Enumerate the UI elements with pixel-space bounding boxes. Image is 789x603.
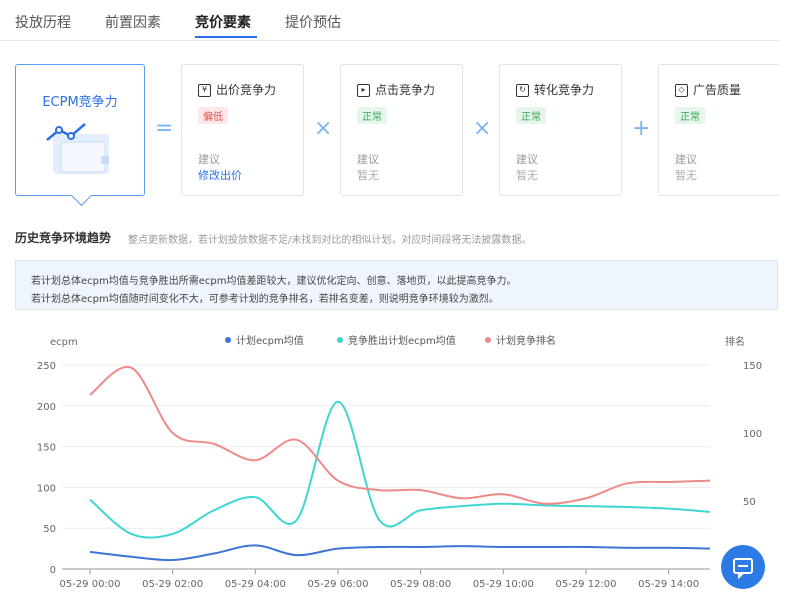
card-pointer bbox=[70, 184, 93, 207]
equals-operator: = bbox=[155, 116, 174, 141]
plus-operator: + bbox=[632, 116, 651, 141]
conversion-icon: ↻ bbox=[516, 84, 529, 97]
right-axis-ticks: 50 100 150 bbox=[743, 361, 762, 508]
suggestion-label: 建议 bbox=[516, 153, 538, 166]
info-line: 若计划总体ecpm均值与竞争胜出所需ecpm均值差距较大，建议优化定向、创意、落… bbox=[31, 276, 517, 287]
chat-icon bbox=[733, 558, 753, 580]
x-tick-label: 05-29 04:00 bbox=[225, 579, 286, 590]
x-tick-label: 05-29 14:00 bbox=[638, 579, 699, 590]
multiply-operator: × bbox=[473, 116, 492, 141]
x-tick-label: 05-29 08:00 bbox=[390, 579, 451, 590]
y-tick-label-right: 100 bbox=[743, 429, 762, 440]
left-axis-ticks: 0 50 100 150 200 250 bbox=[37, 361, 56, 576]
y-tick-label: 250 bbox=[37, 361, 56, 372]
info-line: 若计划总体ecpm均值随时间变化不大，可参考计划的竞争排名，若排名变差，则说明竞… bbox=[31, 294, 499, 305]
history-section-note: 整点更新数据，若计划投放数据不足/未找到对比的相似计划，对应时间段将无法披露数据… bbox=[128, 235, 532, 246]
factor-card-ad-quality[interactable]: ◇ 广告质量 正常 建议 暂无 bbox=[658, 64, 780, 196]
series-line-0 bbox=[89, 544, 711, 562]
factor-title: 广告质量 bbox=[693, 83, 742, 97]
suggestion-value: 暂无 bbox=[516, 169, 538, 182]
ecpm-competitiveness-card[interactable]: ECPM竞争力 bbox=[15, 64, 145, 207]
chart-grid bbox=[62, 364, 710, 570]
trend-chart-icon bbox=[46, 123, 109, 174]
y-tick-label-right: 50 bbox=[743, 497, 756, 508]
x-axis-ticks: 05-29 00:00 05-29 02:00 05-29 04:00 05-29 0… bbox=[59, 569, 699, 590]
info-box: 若计划总体ecpm均值与竞争胜出所需ecpm均值差距较大，建议优化定向、创意、落… bbox=[15, 260, 778, 310]
legend-label: 计划竞争排名 bbox=[496, 334, 556, 347]
status-badge: 正常 bbox=[357, 107, 387, 124]
y-tick-label: 50 bbox=[43, 524, 56, 535]
factor-title: 出价竞争力 bbox=[216, 83, 277, 97]
suggestion-value: 暂无 bbox=[675, 169, 697, 182]
competition-trend-chart: 050100150200250 50100150 05-29 00:00 05-2… bbox=[37, 334, 762, 590]
chart-legend: 计划ecpm均值 竞争胜出计划ecpm均值 计划竞争排名 bbox=[225, 334, 556, 347]
status-badge: 正常 bbox=[675, 107, 705, 124]
cube-icon: ◇ bbox=[675, 84, 688, 97]
history-section-title: 历史竞争环境趋势 bbox=[15, 231, 112, 245]
suggestion-value: 暂无 bbox=[357, 169, 379, 182]
x-tick-label: 05-29 10:00 bbox=[473, 579, 534, 590]
factor-card-click[interactable]: ▸ 点击竞争力 正常 建议 暂无 bbox=[340, 64, 463, 196]
y-tick-label: 150 bbox=[37, 443, 56, 454]
tab-delivery-history[interactable]: 投放历程 bbox=[15, 12, 71, 32]
y-tick-label-right: 150 bbox=[743, 361, 762, 372]
chat-button[interactable] bbox=[721, 545, 765, 589]
tab-price-estimate[interactable]: 提价预估 bbox=[285, 12, 341, 32]
left-axis-label: ecpm bbox=[50, 337, 78, 348]
legend-label: 计划ecpm均值 bbox=[236, 334, 304, 347]
legend-label: 竞争胜出计划ecpm均值 bbox=[348, 334, 456, 347]
ecpm-card-title: ECPM竞争力 bbox=[42, 95, 118, 110]
factor-card-conversion[interactable]: ↻ 转化竞争力 正常 建议 暂无 bbox=[499, 64, 622, 196]
factor-title: 转化竞争力 bbox=[534, 83, 595, 97]
tab-bidding-factors[interactable]: 竞价要素 bbox=[195, 12, 251, 32]
suggestion-label: 建议 bbox=[198, 153, 220, 166]
chart-series bbox=[89, 365, 711, 562]
status-badge: 偏低 bbox=[198, 107, 228, 124]
x-tick-label: 05-29 00:00 bbox=[59, 579, 120, 590]
legend-marker bbox=[485, 337, 491, 343]
currency-icon: ¥ bbox=[198, 84, 211, 97]
tab-bar: 投放历程 前置因素 竞价要素 提价预估 bbox=[0, 0, 780, 41]
y-tick-label: 100 bbox=[37, 483, 56, 494]
factor-card-bid[interactable]: ¥ 出价竞争力 偏低 建议 修改出价 bbox=[181, 64, 304, 196]
active-tab-indicator bbox=[195, 36, 257, 38]
legend-marker bbox=[337, 337, 343, 343]
y-tick-label: 0 bbox=[50, 565, 56, 576]
status-badge: 正常 bbox=[516, 107, 546, 124]
modify-bid-link[interactable]: 修改出价 bbox=[198, 167, 242, 183]
multiply-operator: × bbox=[314, 116, 333, 141]
right-axis-label: 排名 bbox=[725, 335, 745, 348]
legend-marker bbox=[225, 337, 231, 343]
series-line-2 bbox=[89, 365, 711, 505]
y-tick-label: 200 bbox=[37, 402, 56, 413]
tab-preconditions[interactable]: 前置因素 bbox=[105, 12, 161, 32]
x-tick-label: 05-29 06:00 bbox=[307, 579, 368, 590]
series-line-1 bbox=[89, 400, 711, 539]
x-tick-label: 05-29 02:00 bbox=[142, 579, 203, 590]
factor-title: 点击竞争力 bbox=[375, 83, 436, 97]
click-icon: ▸ bbox=[357, 84, 370, 97]
x-tick-label: 05-29 12:00 bbox=[555, 579, 616, 590]
suggestion-label: 建议 bbox=[675, 153, 697, 166]
suggestion-label: 建议 bbox=[357, 153, 379, 166]
